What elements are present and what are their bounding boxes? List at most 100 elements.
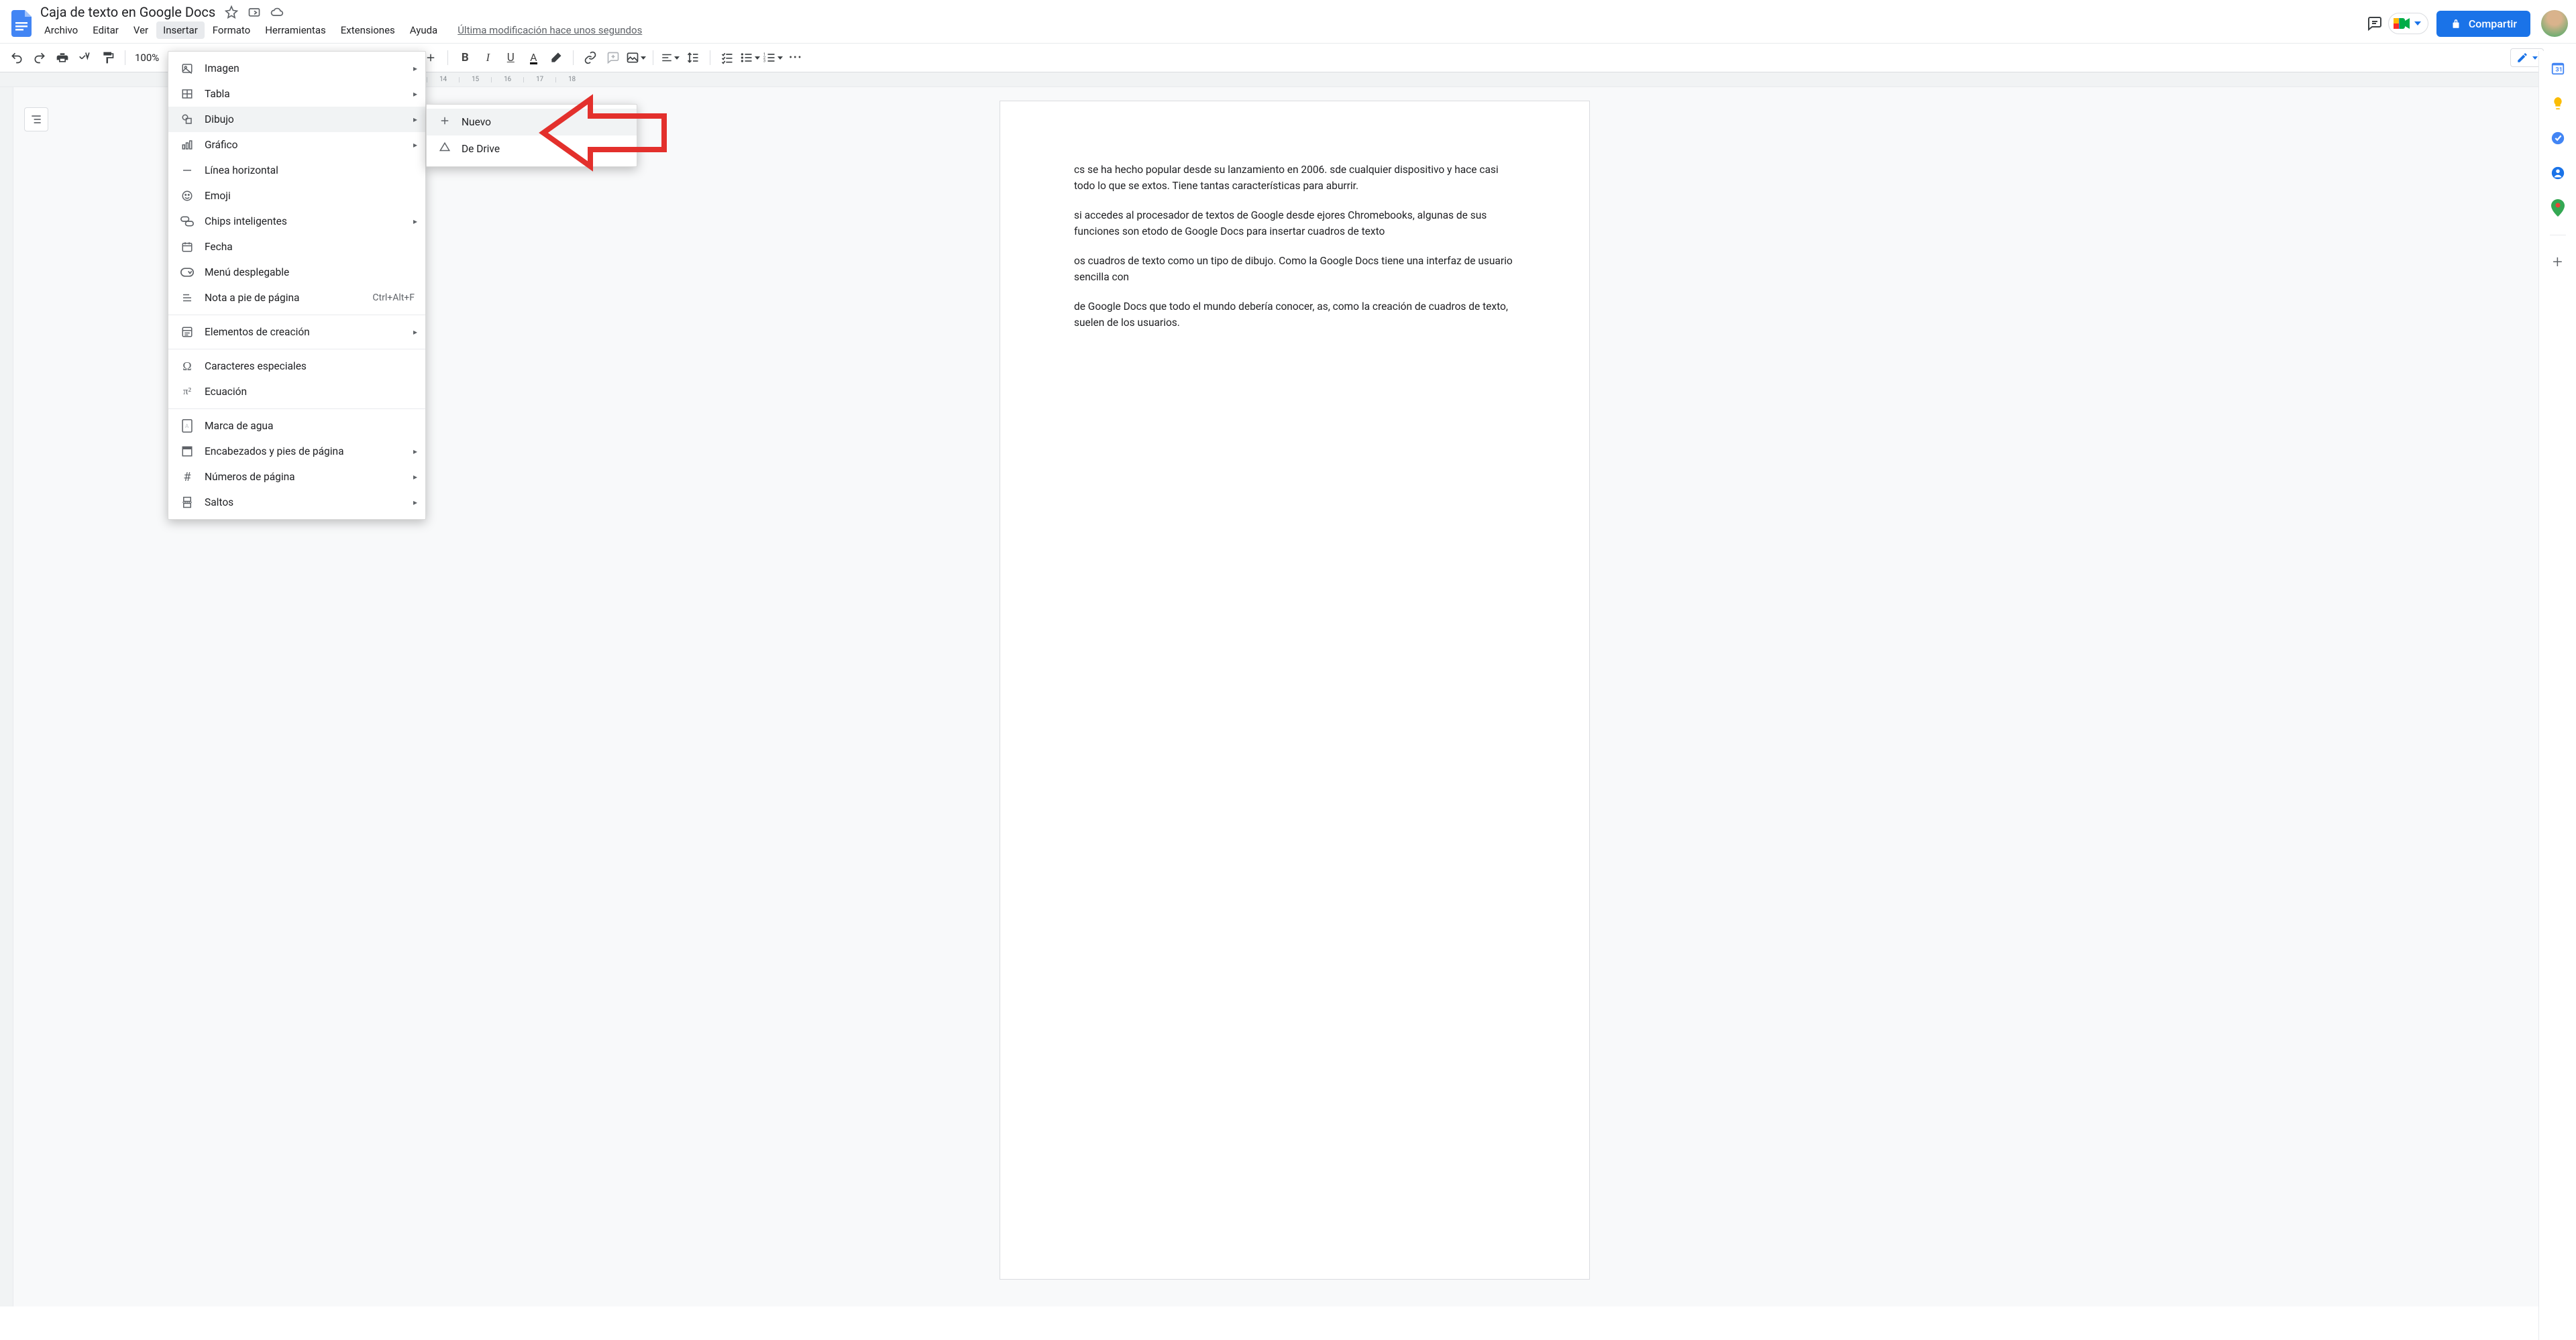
docs-logo[interactable] [8, 10, 35, 37]
svg-text:3: 3 [763, 60, 765, 64]
get-addons-button[interactable]: + [2550, 254, 2566, 270]
calendar-icon [180, 240, 194, 254]
undo-button[interactable] [7, 48, 27, 68]
menu-item-elementos-creacion[interactable]: Elementos de creación ▸ [168, 319, 425, 345]
align-button[interactable] [660, 48, 680, 68]
ruler-mark: 14 [427, 77, 459, 82]
redo-button[interactable] [30, 48, 50, 68]
zoom-select[interactable]: 100% [132, 52, 162, 64]
header-footer-icon [180, 445, 194, 458]
document-title[interactable]: Caja de texto en Google Docs [40, 4, 215, 20]
menu-item-label: Dibujo [205, 113, 234, 125]
cloud-saved-icon[interactable] [270, 5, 284, 19]
menu-formato[interactable]: Formato [206, 21, 257, 39]
menu-item-tabla[interactable]: Tabla ▸ [168, 81, 425, 107]
menu-item-watermark[interactable]: A Marca de agua [168, 413, 425, 439]
menu-ver[interactable]: Ver [127, 21, 155, 39]
menu-item-imagen[interactable]: Imagen ▸ [168, 56, 425, 81]
menu-item-special-chars[interactable]: Ω Caracteres especiales [168, 353, 425, 379]
ruler-mark: 16 [491, 77, 523, 82]
maps-addon-icon[interactable] [2550, 200, 2566, 216]
menu-item-label: Fecha [205, 241, 233, 253]
star-icon[interactable] [225, 5, 238, 19]
document-page[interactable]: cs se ha hecho popular desde su lanzamie… [1000, 101, 1590, 1280]
submenu-arrow-icon: ▸ [413, 327, 417, 337]
meet-button[interactable] [2388, 13, 2428, 34]
menu-item-header-footer[interactable]: Encabezados y pies de página ▸ [168, 439, 425, 464]
body-paragraph: cs se ha hecho popular desde su lanzamie… [1074, 162, 1515, 194]
insert-link-button[interactable] [580, 48, 600, 68]
checklist-button[interactable] [717, 48, 737, 68]
menu-item-fecha[interactable]: Fecha [168, 234, 425, 260]
calendar-addon-icon[interactable]: 31 [2550, 60, 2566, 76]
menu-item-page-numbers[interactable]: # Números de página ▸ [168, 464, 425, 490]
menu-item-breaks[interactable]: Saltos ▸ [168, 490, 425, 515]
menu-insertar[interactable]: Insertar [156, 21, 205, 39]
menu-item-grafico[interactable]: Gráfico ▸ [168, 132, 425, 158]
open-comments-button[interactable] [2361, 10, 2388, 37]
omega-icon: Ω [180, 359, 194, 373]
line-spacing-button[interactable] [683, 48, 703, 68]
menu-archivo[interactable]: Archivo [38, 21, 85, 39]
menu-item-label: Encabezados y pies de página [205, 445, 344, 457]
move-icon[interactable] [248, 5, 261, 19]
account-avatar[interactable] [2541, 10, 2568, 37]
contacts-addon-icon[interactable] [2550, 165, 2566, 181]
side-panel: 31 + [2538, 51, 2576, 1340]
menu-item-label: Caracteres especiales [205, 360, 307, 372]
submenu-arrow-icon: ▸ [413, 140, 417, 150]
menu-item-label: Números de página [205, 471, 295, 483]
outline-toggle-button[interactable] [24, 107, 48, 131]
share-button[interactable]: Compartir [2436, 11, 2530, 37]
menu-extensiones[interactable]: Extensiones [334, 21, 402, 39]
paint-format-button[interactable] [98, 48, 118, 68]
menu-ayuda[interactable]: Ayuda [403, 21, 444, 39]
menu-item-dibujo[interactable]: Dibujo ▸ [168, 107, 425, 132]
tasks-addon-icon[interactable] [2550, 130, 2566, 146]
print-button[interactable] [52, 48, 72, 68]
text-color-button[interactable]: A [523, 48, 543, 68]
submenu-arrow-icon: ▸ [413, 447, 417, 456]
insert-image-button[interactable] [626, 48, 646, 68]
more-button[interactable]: ••• [786, 48, 806, 68]
drive-icon [439, 142, 451, 156]
menu-item-emoji[interactable]: Emoji [168, 183, 425, 209]
watermark-icon: A [180, 419, 194, 433]
body-paragraph: si accedes al procesador de textos de Go… [1074, 207, 1515, 239]
add-comment-button[interactable] [603, 48, 623, 68]
building-blocks-icon [180, 325, 194, 339]
menu-item-equation[interactable]: π² Ecuación [168, 379, 425, 404]
bold-button[interactable]: B [455, 48, 475, 68]
submenu-arrow-icon: ▸ [413, 498, 417, 507]
title-bar: Caja de texto en Google Docs Archivo Edi… [0, 0, 2576, 43]
menu-herramientas[interactable]: Herramientas [258, 21, 333, 39]
chips-icon [180, 215, 194, 228]
menu-item-linea-horizontal[interactable]: Línea horizontal [168, 158, 425, 183]
menu-item-label: Emoji [205, 190, 231, 202]
drawing-icon [180, 113, 194, 126]
menu-item-footnote[interactable]: Nota a pie de página Ctrl+Alt+F [168, 285, 425, 311]
vertical-ruler[interactable] [0, 87, 13, 1306]
body-paragraph: os cuadros de texto como un tipo de dibu… [1074, 253, 1515, 285]
last-modified[interactable]: Última modificación hace unos segundos [458, 24, 642, 36]
table-icon [180, 87, 194, 101]
highlight-button[interactable] [546, 48, 566, 68]
keep-addon-icon[interactable] [2550, 95, 2566, 111]
spellcheck-button[interactable] [75, 48, 95, 68]
numbered-list-button[interactable]: 123 [763, 48, 783, 68]
submenu-arrow-icon: ▸ [413, 115, 417, 124]
menu-item-label: Ecuación [205, 386, 247, 398]
menu-item-chips[interactable]: Chips inteligentes ▸ [168, 209, 425, 234]
bulleted-list-button[interactable] [740, 48, 760, 68]
menu-item-label: Marca de agua [205, 420, 273, 432]
page-break-icon [180, 496, 194, 509]
svg-text:31: 31 [2555, 67, 2563, 74]
menu-item-label: Nota a pie de página [205, 292, 299, 304]
underline-button[interactable]: U [500, 48, 521, 68]
annotation-arrow [537, 93, 671, 173]
italic-button[interactable]: I [478, 48, 498, 68]
menu-item-dropdown[interactable]: Menú desplegable [168, 260, 425, 285]
menu-item-label: Chips inteligentes [205, 215, 287, 227]
menu-editar[interactable]: Editar [86, 21, 125, 39]
menubar: Archivo Editar Ver Insertar Formato Herr… [35, 20, 642, 43]
